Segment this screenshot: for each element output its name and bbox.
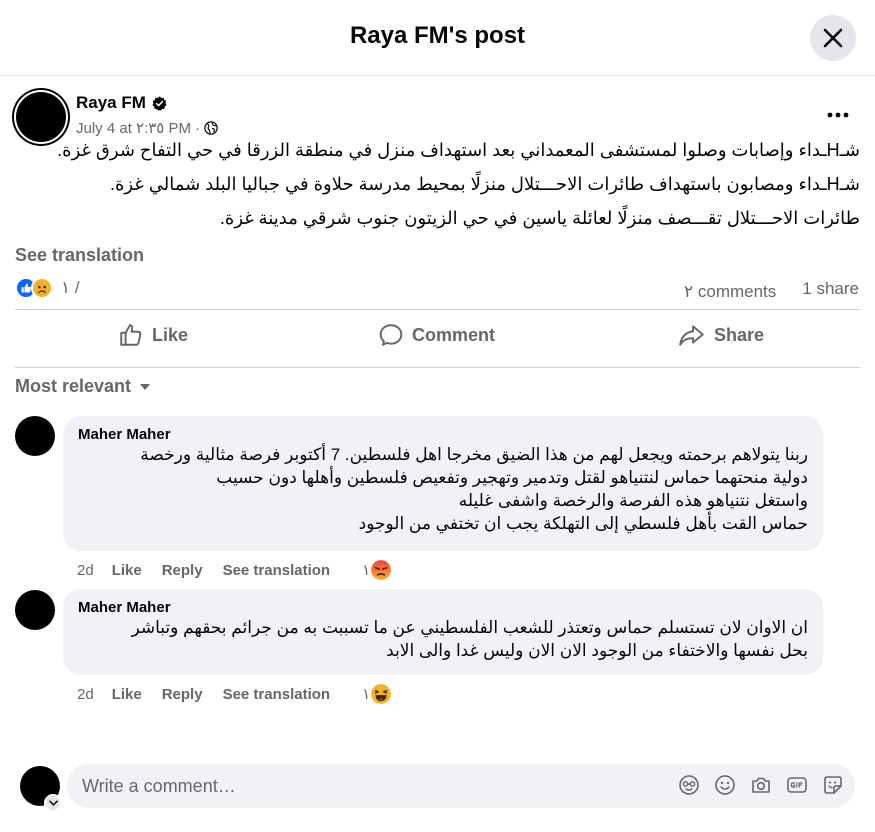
- post-meta: July 4 at ٢:٣٥ PM ·: [76, 119, 218, 137]
- comment-text-line: دولية منحتهما حماس لنتنياهو لقتل وتدمير …: [216, 468, 808, 487]
- verified-badge-icon: [152, 95, 167, 111]
- comments-count[interactable]: ٢ comments: [684, 279, 784, 304]
- comment-time[interactable]: 2d: [77, 686, 94, 703]
- page-avatar[interactable]: [16, 92, 66, 142]
- like-label: Like: [152, 324, 189, 345]
- dialog-title: Raya FM's post: [349, 22, 526, 49]
- close-button[interactable]: [810, 15, 856, 61]
- reaction-count: ١ /: [61, 278, 80, 297]
- sticker-button[interactable]: [821, 773, 845, 797]
- meta-separator: ·: [195, 119, 201, 137]
- comment-reply-button[interactable]: Reply: [162, 562, 203, 579]
- angry-reaction-icon: [371, 560, 392, 580]
- sad-reaction-icon: [31, 277, 53, 299]
- commenter-avatar[interactable]: [15, 416, 55, 456]
- comment-bubble: Maher Maher ان الاوان لان تستسلم حماس وت…: [63, 589, 823, 675]
- see-translation-link[interactable]: See translation: [15, 245, 144, 266]
- comment-bubble-icon: [379, 324, 403, 346]
- comment-actions: 2d Like Reply See translation ١: [77, 559, 392, 581]
- comment-button[interactable]: Comment: [378, 322, 495, 348]
- comment-time[interactable]: 2d: [77, 562, 94, 579]
- haha-reaction-icon: [371, 684, 392, 704]
- comment-bubble: Maher Maher ربنا يتولاهم برحمته ويجعل له…: [63, 416, 823, 551]
- post-author[interactable]: Raya FM: [76, 93, 167, 113]
- profile-switch-button[interactable]: [44, 794, 62, 812]
- gif-button[interactable]: [785, 773, 809, 797]
- avatar-sticker-button[interactable]: [677, 773, 701, 797]
- comment-see-translation[interactable]: See translation: [223, 562, 331, 579]
- share-label: Share: [714, 324, 765, 345]
- comment-reaction-count: ١: [362, 562, 371, 579]
- comment-author[interactable]: Maher Maher: [78, 426, 808, 443]
- comment-composer: [67, 764, 855, 808]
- comment-reaction-count: ١: [362, 686, 371, 703]
- post-date[interactable]: July 4 at ٢:٣٥ PM: [76, 119, 191, 137]
- composer-tools: [677, 773, 845, 797]
- photo-button[interactable]: [749, 773, 773, 797]
- comment-text-line: واستغل نتنياهو هذه الفرصة والرخصة واشفى …: [458, 491, 808, 510]
- gif-icon: [787, 777, 807, 793]
- comment-author[interactable]: Maher Maher: [78, 599, 808, 616]
- post-author-name[interactable]: Raya FM: [76, 93, 146, 113]
- post-options-button[interactable]: [823, 100, 853, 130]
- camera-icon: [752, 777, 770, 793]
- emoji-icon: [715, 775, 735, 795]
- sticker-icon: [824, 776, 842, 794]
- post-text-line: شـHـداء ومصابون باستهداف طائرات الاحـــت…: [109, 174, 860, 194]
- thumbs-up-icon: [120, 324, 142, 346]
- commenter-avatar[interactable]: [15, 590, 55, 630]
- comment-like-button[interactable]: Like: [112, 562, 142, 579]
- comment-label: Comment: [412, 324, 496, 345]
- close-icon: [823, 28, 843, 48]
- comment-reply-button[interactable]: Reply: [162, 686, 203, 703]
- shares-count[interactable]: 1 share: [802, 279, 859, 299]
- chevron-down-icon: [48, 800, 58, 806]
- post-action-bar: Like Comment Share: [15, 309, 860, 368]
- comment-see-translation[interactable]: See translation: [223, 686, 331, 703]
- comment-text-line: بحل نفسها والاختفاء من الوجود الان الان …: [386, 641, 808, 660]
- emoji-button[interactable]: [713, 773, 737, 797]
- comment-actions: 2d Like Reply See translation ١: [77, 683, 392, 705]
- globe-icon: [204, 121, 218, 135]
- share-arrow-icon: [679, 325, 704, 346]
- comment-input[interactable]: [82, 775, 642, 797]
- comment-like-button[interactable]: Like: [112, 686, 142, 703]
- comments-filter-dropdown[interactable]: Most relevant: [15, 376, 151, 397]
- comment-reactions[interactable]: ١: [362, 559, 392, 581]
- filter-label: Most relevant: [15, 376, 132, 396]
- dialog-header: Raya FM's post: [0, 0, 875, 76]
- post-text-line: طائرات الاحـــتلال تقـــصف منزلًا لعائلة…: [219, 208, 860, 228]
- like-button[interactable]: Like: [118, 322, 188, 348]
- comment-text-line: حماس القت بأهل فلسطي إلى التهلكة يجب ان …: [358, 514, 808, 533]
- comment-text-line: ان الاوان لان تستسلم حماس وتعتذر للشعب ا…: [131, 618, 808, 637]
- comment-text-line: ربنا يتولاهم برحمته ويجعل لهم من هذا الض…: [140, 445, 808, 464]
- comment-reactions[interactable]: ١: [362, 683, 392, 705]
- caret-down-icon: [140, 383, 151, 390]
- post-text-line: شـHـداء وإصابات وصلوا لمستشفى المعمداني …: [57, 140, 860, 160]
- more-icon: [827, 112, 849, 118]
- avatar-sticker-icon: [679, 775, 699, 795]
- reactions-summary[interactable]: ١ /: [15, 277, 80, 299]
- share-button[interactable]: Share: [678, 322, 764, 348]
